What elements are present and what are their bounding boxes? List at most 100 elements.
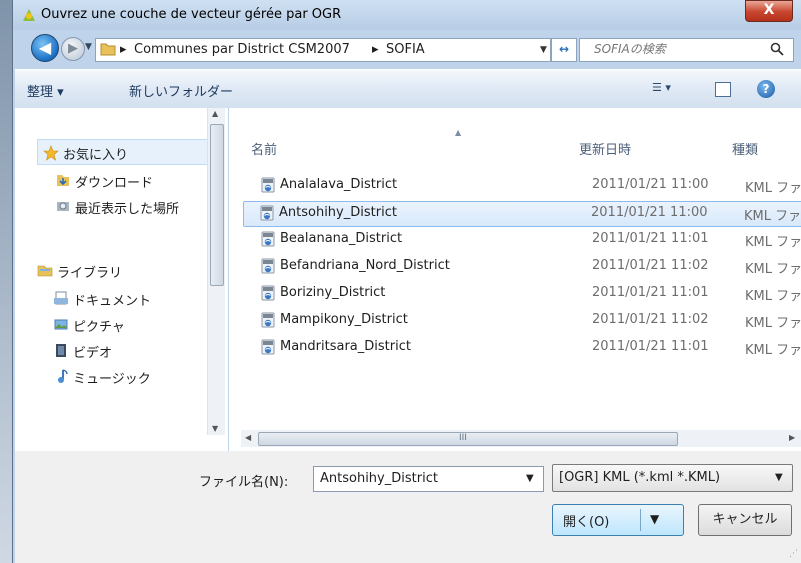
file-date-modified: 2011/01/21 11:00: [592, 177, 709, 192]
change-view-button[interactable]: ☰ ▾: [652, 81, 696, 97]
file-type: KML ファイ: [744, 209, 801, 224]
kml-file-icon: [261, 177, 275, 193]
column-header-date-modified[interactable]: 更新日時: [579, 139, 631, 158]
file-name[interactable]: Mampikony_District: [280, 312, 408, 327]
file-row[interactable]: Boriziny_District 2011/01/21 11:01 KML ファイ: [245, 282, 801, 306]
refresh-icon: ↔: [558, 42, 570, 56]
kml-file-icon: [261, 258, 275, 274]
recent-places-icon: [57, 202, 69, 211]
new-folder-button[interactable]: 新しいフォルダー: [129, 81, 233, 100]
search-box[interactable]: [579, 38, 794, 62]
file-row[interactable]: Analalava_District 2011/01/21 11:00 KML ファ…: [245, 174, 801, 198]
cancel-button[interactable]: キャンセル: [698, 504, 792, 536]
file-list-pane: ▲ 名前 更新日時 種類 Analalava_District 2011/01/2…: [229, 108, 801, 451]
file-type: KML ファイ: [745, 289, 801, 304]
scroll-left-icon[interactable]: ◀: [245, 433, 251, 442]
file-date-modified: 2011/01/21 11:01: [592, 231, 709, 246]
kml-file-icon: [261, 231, 275, 247]
file-name[interactable]: Mandritsara_District: [280, 339, 411, 354]
navigation-scrollbar[interactable]: ▲ ▼: [207, 108, 225, 435]
sidebar-item-recent-places[interactable]: 最近表示した場所: [75, 198, 179, 217]
help-button[interactable]: ?: [757, 80, 775, 98]
filename-field[interactable]: Antsohihy_District ▼: [313, 466, 544, 492]
search-icon[interactable]: [770, 42, 784, 56]
kml-file-icon: [261, 285, 275, 301]
file-type: KML ファイ: [745, 235, 801, 250]
address-history-dropdown-icon[interactable]: ▼: [540, 45, 547, 55]
file-row[interactable]: Befandriana_Nord_District 2011/01/21 11:0…: [245, 255, 801, 279]
file-type-value[interactable]: [OGR] KML (*.kml *.KML): [559, 470, 720, 485]
column-header-name[interactable]: 名前: [251, 139, 277, 158]
scroll-right-icon[interactable]: ▶: [789, 433, 795, 442]
kml-file-icon: [260, 205, 274, 221]
file-type: KML ファイ: [745, 262, 801, 277]
file-name[interactable]: Antsohihy_District: [279, 205, 397, 220]
scroll-grip-icon: III: [459, 433, 467, 443]
file-row[interactable]: Antsohihy_District 2011/01/21 11:00 KML ファ…: [243, 201, 801, 227]
videos-icon: [56, 344, 66, 357]
filename-label: ファイル名(N):: [199, 475, 289, 490]
qgis-app-icon: [23, 9, 35, 21]
scroll-down-icon[interactable]: ▼: [212, 424, 218, 433]
organize-button[interactable]: 整理 ▾: [27, 81, 64, 100]
view-list-icon: ☰ ▾: [652, 81, 671, 94]
kml-file-icon: [261, 312, 275, 328]
forward-button[interactable]: ▶: [61, 37, 85, 61]
file-row[interactable]: Bealanana_District 2011/01/21 11:01 KML ファ…: [245, 228, 801, 252]
file-name[interactable]: Analalava_District: [280, 177, 397, 192]
breadcrumb-communes[interactable]: Communes par District CSM2007: [134, 42, 350, 57]
file-row[interactable]: Mandritsara_District 2011/01/21 11:01 KML …: [245, 336, 801, 360]
address-bar[interactable]: ▸ Communes par District CSM2007 ▸ SOFIA …: [95, 38, 551, 62]
documents-icon: [54, 291, 68, 305]
horizontal-scrollbar[interactable]: ◀ III ▶: [241, 430, 801, 447]
preview-pane-button[interactable]: [715, 82, 731, 97]
refresh-button[interactable]: ↔: [551, 38, 577, 62]
horizontal-scroll-thumb[interactable]: III: [258, 432, 678, 446]
open-button-label[interactable]: 開く(O): [563, 511, 609, 530]
sidebar-item-pictures[interactable]: ピクチャ: [73, 316, 125, 335]
filename-dropdown-icon[interactable]: ▼: [526, 473, 534, 484]
sidebar-item-library[interactable]: ライブラリ: [57, 262, 122, 281]
sort-ascending-icon: ▲: [455, 128, 462, 137]
file-date-modified: 2011/01/21 11:01: [592, 339, 709, 354]
search-input[interactable]: [580, 39, 774, 59]
back-button[interactable]: ◀: [31, 34, 59, 62]
open-button-divider: [640, 509, 641, 531]
file-date-modified: 2011/01/21 11:01: [592, 285, 709, 300]
file-type: KML ファイ: [745, 343, 801, 358]
open-options-dropdown-icon[interactable]: ▼: [650, 512, 659, 526]
library-icon: [37, 265, 53, 277]
file-row[interactable]: Mampikony_District 2011/01/21 11:02 KML ファ…: [245, 309, 801, 333]
sidebar-item-favorites[interactable]: お気に入り: [63, 144, 128, 163]
navigation-pane: お気に入り ダウンロード 最近表示した場所 ライブラリ ドキュメント ピクチャ …: [15, 108, 228, 451]
open-vector-layer-dialog: Ouvrez une couche de vecteur gérée par O…: [12, 0, 801, 563]
file-date-modified: 2011/01/21 11:02: [592, 312, 709, 327]
sidebar-item-music[interactable]: ミュージック: [73, 368, 151, 387]
open-button[interactable]: 開く(O) ▼: [552, 504, 684, 536]
sidebar-item-documents[interactable]: ドキュメント: [73, 290, 151, 309]
dialog-footer: ファイル名(N): Antsohihy_District ▼ [OGR] KML…: [15, 451, 801, 563]
breadcrumb-separator-icon[interactable]: ▸: [372, 42, 379, 57]
file-name[interactable]: Boriziny_District: [280, 285, 385, 300]
file-type: KML ファイ: [745, 316, 801, 331]
breadcrumb-sofia[interactable]: SOFIA: [386, 42, 425, 57]
folder-icon: [100, 43, 116, 56]
sidebar-item-videos[interactable]: ビデオ: [73, 342, 112, 361]
file-name[interactable]: Bealanana_District: [280, 231, 402, 246]
back-arrow-icon: ◀: [38, 38, 52, 57]
pictures-icon: [54, 319, 68, 330]
breadcrumb-separator-icon[interactable]: ▸: [120, 42, 127, 57]
file-type-filter[interactable]: [OGR] KML (*.kml *.KML) ▼: [552, 464, 793, 492]
kml-file-icon: [261, 339, 275, 355]
navigation-scroll-thumb[interactable]: [210, 124, 224, 286]
column-header-type[interactable]: 種類: [732, 139, 758, 158]
scroll-up-icon[interactable]: ▲: [212, 109, 218, 118]
sidebar-item-downloads[interactable]: ダウンロード: [75, 172, 153, 191]
file-type-dropdown-icon[interactable]: ▼: [775, 472, 783, 483]
file-name[interactable]: Befandriana_Nord_District: [280, 258, 450, 273]
window-title: Ouvrez une couche de vecteur gérée par O…: [41, 7, 342, 22]
close-button[interactable]: X: [745, 0, 793, 22]
recent-locations-dropdown-icon[interactable]: ▼: [85, 42, 92, 52]
resize-grip-icon[interactable]: ⋰: [789, 549, 798, 559]
filename-value[interactable]: Antsohihy_District: [320, 471, 438, 486]
